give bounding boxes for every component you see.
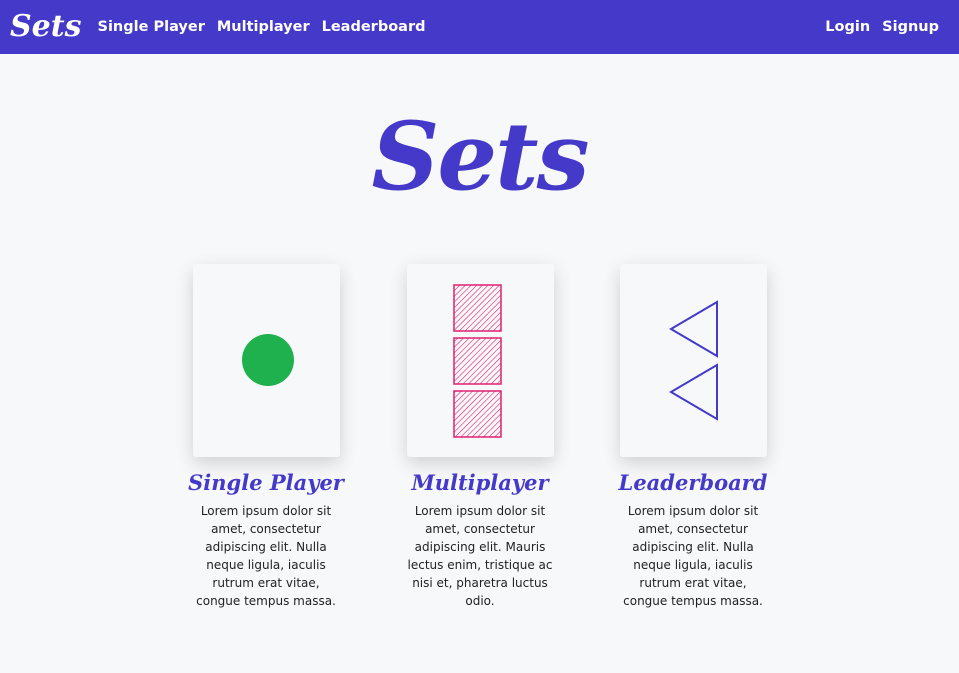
- mode-cards: Single Player Lorem ipsum dolor sit amet…: [0, 264, 959, 644]
- card-heading[interactable]: Multiplayer: [380, 471, 580, 494]
- nav-links: Single Player Multiplayer Leaderboard: [98, 19, 426, 35]
- single-player-card[interactable]: [192, 264, 340, 457]
- card-description: Lorem ipsum dolor sit amet, consectetur …: [407, 504, 553, 609]
- card-description: Lorem ipsum dolor sit amet, consectetur …: [623, 504, 763, 609]
- navbar: Sets Single Player Multiplayer Leaderboa…: [0, 0, 959, 54]
- brand-logo[interactable]: Sets: [10, 12, 82, 42]
- square-icon: [452, 284, 502, 438]
- card-heading[interactable]: Leaderboard: [593, 471, 793, 494]
- card-multiplayer: Multiplayer Lorem ipsum dolor sit amet, …: [380, 264, 580, 610]
- nav-link-single-player[interactable]: Single Player: [98, 19, 205, 35]
- triangle-icon: [668, 300, 718, 421]
- page-title: Sets: [371, 102, 589, 212]
- login-link[interactable]: Login: [825, 19, 870, 35]
- card-leaderboard: Leaderboard Lorem ipsum dolor sit amet, …: [593, 264, 793, 610]
- circle-icon: [241, 334, 294, 386]
- card-single-player: Single Player Lorem ipsum dolor sit amet…: [166, 264, 366, 610]
- auth-links: Login Signup: [825, 19, 939, 35]
- signup-link[interactable]: Signup: [882, 19, 939, 35]
- hero: Sets: [0, 110, 959, 220]
- card-description: Lorem ipsum dolor sit amet, consectetur …: [196, 504, 336, 609]
- nav-link-multiplayer[interactable]: Multiplayer: [217, 19, 310, 35]
- nav-link-leaderboard[interactable]: Leaderboard: [322, 19, 426, 35]
- multiplayer-card[interactable]: [406, 264, 554, 457]
- card-heading[interactable]: Single Player: [166, 471, 366, 494]
- leaderboard-card[interactable]: [619, 264, 767, 457]
